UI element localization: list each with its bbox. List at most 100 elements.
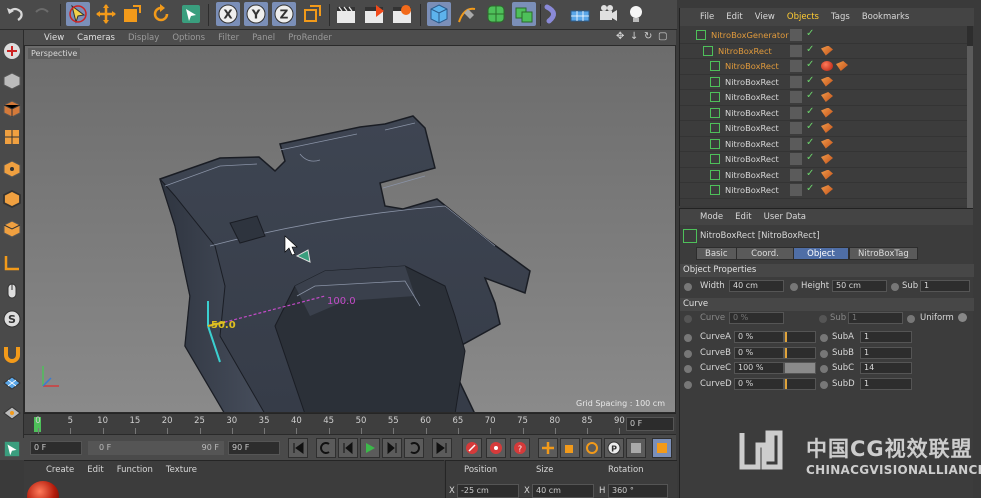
sub-value-field[interactable]: 14 — [860, 362, 912, 374]
object-manager-scrollbar[interactable] — [967, 26, 973, 216]
previous-key-icon[interactable] — [316, 438, 336, 458]
visibility-toggle-icon[interactable] — [790, 106, 802, 119]
array-icon[interactable] — [512, 2, 536, 26]
go-to-start-icon[interactable] — [288, 438, 308, 458]
object-name[interactable]: NitroBoxRect — [725, 92, 779, 102]
play-icon[interactable] — [360, 438, 380, 458]
visibility-toggle-icon[interactable] — [790, 184, 802, 196]
om-menu-tags[interactable]: Tags — [831, 12, 850, 22]
points-mode-icon[interactable] — [1, 158, 23, 180]
object-tree-row[interactable]: NitroBoxRect ✓ — [680, 168, 968, 183]
layout-switch-icon[interactable] — [0, 438, 24, 460]
width-keyframe-dot[interactable] — [684, 283, 692, 291]
visibility-toggle-icon[interactable] — [790, 60, 802, 72]
enabled-check-icon[interactable]: ✓ — [806, 121, 814, 132]
object-name[interactable]: NitroBoxRect — [725, 170, 779, 180]
object-name[interactable]: NitroBoxRect — [725, 61, 779, 71]
timeline-ruler[interactable]: 0 5 10 15 20 25 30 35 40 45 50 55 60 65 70 75 80 85 90 0 F — [24, 413, 676, 434]
render-settings-icon[interactable] — [390, 2, 414, 26]
redo-icon[interactable] — [30, 2, 54, 26]
curve-value-field[interactable]: 100 % — [734, 362, 784, 374]
material-menu-texture[interactable]: Texture — [166, 465, 197, 475]
light-icon[interactable] — [624, 2, 648, 26]
am-menu-mode[interactable]: Mode — [700, 212, 723, 222]
visibility-toggle-icon[interactable] — [790, 137, 802, 150]
om-menu-objects[interactable]: Objects — [787, 12, 819, 22]
object-name[interactable]: NitroBoxGenerator — [711, 30, 789, 40]
curve-slider[interactable] — [784, 331, 816, 343]
viewport-menu-panel[interactable]: Panel — [252, 33, 275, 43]
nitrobox-tag-icon[interactable] — [821, 123, 833, 133]
size-x-field[interactable]: 40 cm — [532, 484, 594, 498]
camera-icon[interactable] — [596, 2, 620, 26]
frame-range-slider[interactable]: 0 F 90 F — [88, 441, 224, 455]
key-scale-icon[interactable] — [560, 438, 580, 458]
nitrobox-tag-icon[interactable] — [821, 185, 833, 195]
key-rotation-icon[interactable] — [582, 438, 602, 458]
om-menu-bookmarks[interactable]: Bookmarks — [862, 12, 910, 22]
viewport-menu-filter[interactable]: Filter — [218, 33, 239, 43]
enabled-check-icon[interactable]: ✓ — [806, 75, 814, 86]
toggle-view-icon[interactable]: ▢ — [658, 31, 668, 43]
object-name[interactable]: NitroBoxRect — [725, 185, 779, 195]
sub-keyframe-dot[interactable] — [820, 349, 828, 358]
nitrobox-tag-icon[interactable] — [821, 92, 833, 102]
live-selection-icon[interactable] — [179, 2, 203, 26]
curve-field[interactable]: 0 % — [729, 312, 784, 324]
visibility-toggle-icon[interactable] — [790, 29, 802, 41]
enabled-check-icon[interactable]: ✓ — [806, 28, 814, 39]
enabled-check-icon[interactable]: ✓ — [806, 90, 814, 101]
nitrobox-tag-icon[interactable] — [821, 138, 833, 149]
rotation-h-field[interactable]: 360 ° — [608, 484, 668, 498]
workplane-icon[interactable] — [1, 126, 23, 148]
object-name[interactable]: NitroBoxRect — [725, 108, 779, 118]
start-frame-field[interactable]: 0 F — [30, 441, 82, 455]
nitrobox-tag-icon[interactable] — [821, 76, 833, 87]
nitrobox-tag-icon[interactable] — [821, 45, 833, 56]
sub-value-field[interactable]: 1 — [860, 377, 912, 390]
object-tree-row[interactable]: NitroBoxRect ✓ — [680, 137, 968, 152]
floor-icon[interactable] — [568, 2, 592, 26]
keyframe-selection-icon[interactable]: ? — [510, 438, 530, 458]
autokey-icon[interactable] — [486, 438, 506, 458]
make-editable-icon[interactable] — [1, 40, 23, 62]
object-tree-row[interactable]: NitroBoxRect ✓ — [680, 90, 968, 106]
object-name[interactable]: NitroBoxRect — [725, 154, 779, 164]
tab-coord[interactable]: Coord. — [736, 247, 794, 260]
uniform-keyframe-dot[interactable] — [907, 315, 915, 323]
key-position-icon[interactable] — [538, 438, 558, 458]
curve-sub-keyframe-dot[interactable] — [819, 315, 827, 323]
object-name[interactable]: NitroBoxRect — [725, 139, 779, 149]
previous-frame-icon[interactable] — [338, 438, 358, 458]
edges-mode-icon[interactable] — [1, 188, 23, 210]
sub-keyframe-dot[interactable] — [820, 365, 828, 373]
om-menu-edit[interactable]: Edit — [726, 12, 742, 22]
axis-y-lock-icon[interactable]: Y — [244, 2, 268, 26]
dolly-icon[interactable]: ↓ — [630, 31, 640, 43]
object-tree-row[interactable]: NitroBoxGenerator ✓ — [680, 28, 968, 44]
timeline-menu-icon[interactable] — [652, 438, 672, 458]
curve-slider[interactable] — [784, 346, 816, 359]
polygons-mode-icon[interactable] — [1, 218, 23, 240]
visibility-toggle-icon[interactable] — [790, 91, 802, 103]
object-name[interactable]: NitroBoxRect — [725, 123, 779, 133]
model-mode-icon[interactable] — [1, 70, 23, 92]
om-menu-view[interactable]: View — [755, 12, 775, 22]
deformer-icon[interactable] — [542, 2, 566, 26]
current-frame-field[interactable]: 0 F — [626, 417, 674, 431]
sub-keyframe-dot[interactable] — [820, 380, 828, 389]
scale-icon[interactable] — [120, 2, 144, 26]
pan-icon[interactable]: ✥ — [616, 31, 626, 43]
visibility-toggle-icon[interactable] — [790, 44, 802, 57]
curve-slider[interactable] — [784, 377, 816, 390]
sub-keyframe-dot[interactable] — [891, 283, 899, 291]
visibility-toggle-icon[interactable] — [790, 168, 802, 181]
enabled-check-icon[interactable]: ✓ — [806, 44, 814, 55]
axis-mode-icon[interactable] — [1, 252, 23, 274]
rotate-icon[interactable] — [149, 2, 173, 26]
cube-icon[interactable] — [427, 2, 451, 26]
curve-value-field[interactable]: 0 % — [734, 377, 784, 390]
enabled-check-icon[interactable]: ✓ — [806, 183, 814, 194]
go-to-end-icon[interactable] — [432, 438, 452, 458]
viewport-menu-cameras[interactable]: Cameras — [77, 33, 115, 43]
